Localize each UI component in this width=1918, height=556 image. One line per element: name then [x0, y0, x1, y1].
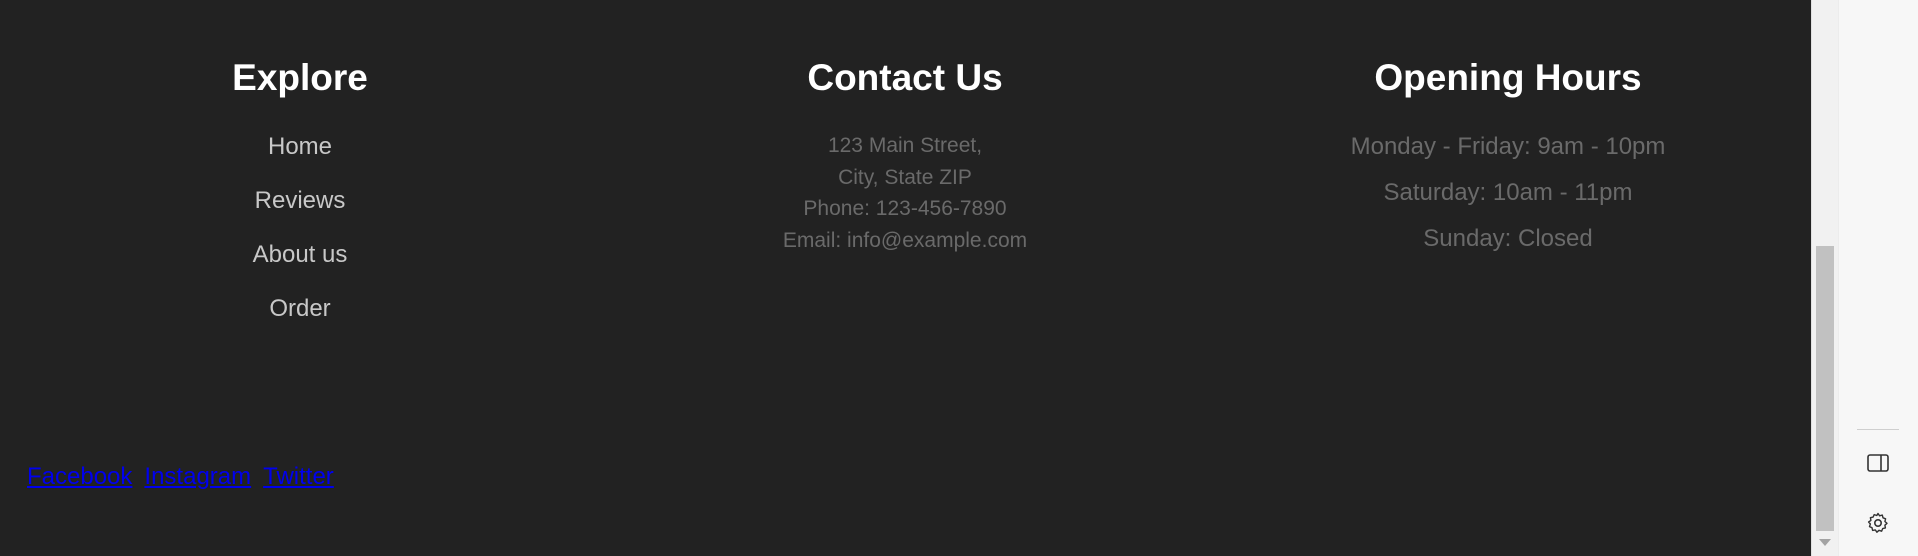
social-link-twitter[interactable]: Twitter — [263, 463, 334, 490]
nav-link-home[interactable]: Home — [268, 133, 332, 160]
vertical-scrollbar[interactable] — [1811, 0, 1838, 556]
gear-icon[interactable] — [1859, 504, 1897, 542]
list-item: About us — [100, 238, 500, 292]
contact-phone: Phone: 123-456-7890 — [803, 197, 1007, 220]
list-item: Home — [100, 130, 500, 184]
hours-saturday: Saturday: 10am - 11pm — [1383, 179, 1633, 206]
explore-title: Explore — [232, 57, 368, 98]
social-link-facebook[interactable]: Facebook — [27, 463, 132, 490]
nav-link-about-us[interactable]: About us — [253, 241, 348, 268]
contact-email: Email: info@example.com — [782, 228, 1028, 252]
sidebar-divider — [1857, 429, 1899, 430]
social-link-instagram[interactable]: Instagram — [144, 463, 251, 490]
contact-title: Contact Us — [807, 57, 1003, 98]
scroll-down-arrow-icon[interactable] — [1819, 539, 1831, 546]
hours-list: Monday - Friday: 9am - 10pm Saturday: 10… — [1308, 130, 1708, 268]
scrollbar-thumb[interactable] — [1816, 246, 1834, 531]
address-line-1: 123 Main Street, — [827, 134, 983, 157]
list-item: Order — [100, 292, 500, 346]
hours-sunday: Sunday: Closed — [1423, 225, 1593, 252]
nav-link-order[interactable]: Order — [269, 295, 330, 322]
hours-title: Opening Hours — [1374, 57, 1642, 98]
footer: Explore Home Reviews About us Order Cont… — [0, 0, 1811, 556]
browser-sidebar — [1838, 0, 1918, 556]
contact-address: 123 Main Street, City, State ZIP Phone: … — [705, 130, 1105, 256]
sidebar-panel-icon[interactable] — [1859, 444, 1897, 482]
nav-link-reviews[interactable]: Reviews — [255, 187, 346, 214]
list-item: Reviews — [100, 184, 500, 238]
address-line-2: City, State ZIP — [838, 165, 972, 189]
hours-weekdays: Monday - Friday: 9am - 10pm — [1350, 133, 1666, 160]
social-links: Facebook Instagram Twitter — [27, 463, 346, 491]
explore-links: Home Reviews About us Order — [100, 130, 500, 346]
